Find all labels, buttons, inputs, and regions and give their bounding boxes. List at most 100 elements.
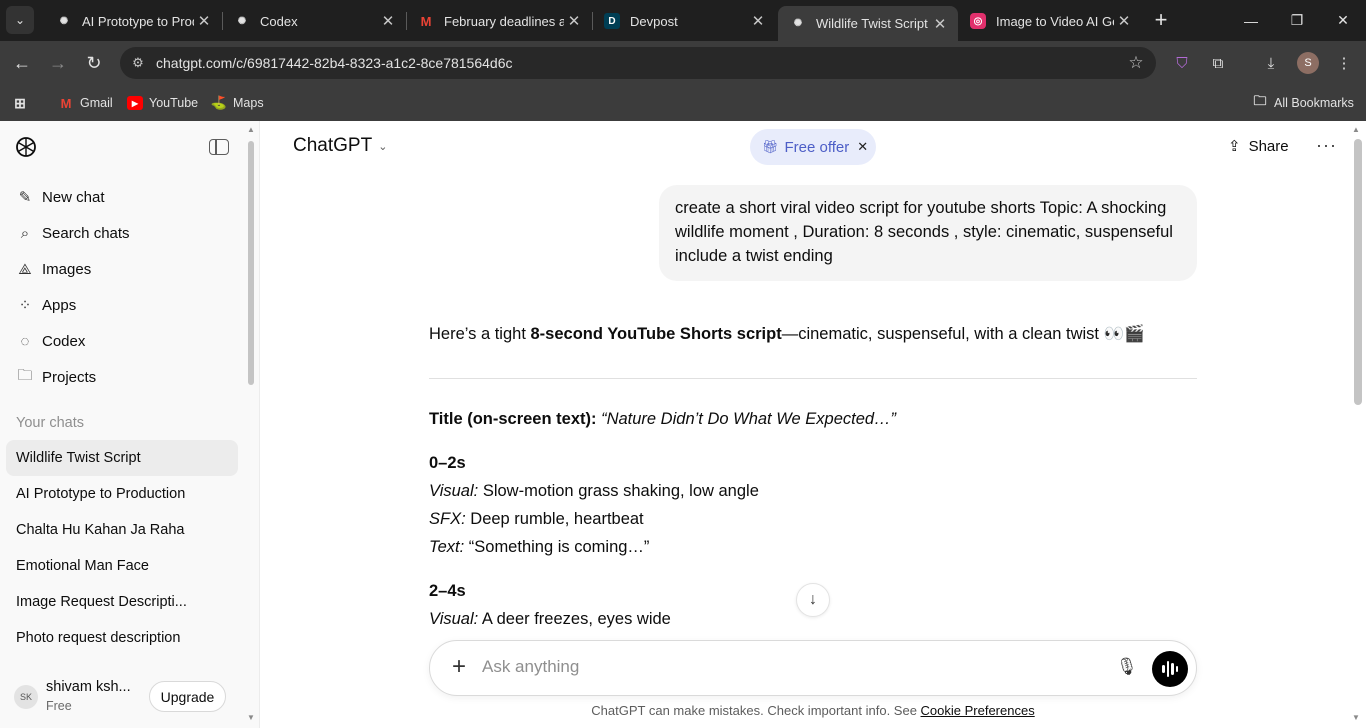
user-message: create a short viral video script for yo… bbox=[659, 185, 1197, 281]
url-text: chatgpt.com/c/69817442-82b4-8323-a1c2-8c… bbox=[156, 55, 513, 71]
attach-plus-icon[interactable]: + bbox=[446, 654, 472, 682]
chat-history-item[interactable]: AI Prototype to Production bbox=[6, 476, 238, 512]
waveform-icon bbox=[1171, 663, 1174, 675]
sidebar-apps[interactable]: ⁘ Apps bbox=[6, 288, 238, 322]
images-icon: ⟁ bbox=[18, 260, 32, 278]
address-bar[interactable]: ⚙ chatgpt.com/c/69817442-82b4-8323-a1c2-… bbox=[120, 47, 1156, 79]
close-icon[interactable]: ✕ bbox=[857, 139, 868, 155]
restore-button[interactable]: ❐ bbox=[1274, 0, 1320, 41]
bookmark-youtube[interactable]: ▶ YouTube bbox=[127, 93, 198, 113]
all-bookmarks[interactable]: 🗀 All Bookmarks bbox=[1252, 93, 1354, 113]
codex-icon: ◌ bbox=[20, 332, 30, 350]
browser-tab[interactable]: D Devpost ✕ bbox=[592, 6, 776, 36]
browser-tab[interactable]: ✺ AI Prototype to Produ ✕ bbox=[44, 6, 222, 36]
browser-tab-active[interactable]: ✺ Wildlife Twist Script ✕ bbox=[778, 6, 958, 41]
scroll-up-icon[interactable]: ▲ bbox=[1352, 125, 1360, 134]
chat-history-item[interactable]: Emotional Man Face bbox=[6, 548, 238, 584]
maps-icon: ⛳ bbox=[210, 95, 228, 110]
download-icon[interactable]: ⤓ bbox=[1260, 52, 1282, 74]
browser-tab[interactable]: ◎ Image to Video AI Ge ✕ bbox=[958, 6, 1142, 36]
divider bbox=[429, 378, 1197, 379]
browser-menu-icon[interactable]: ⋮ bbox=[1333, 52, 1355, 74]
close-tab-icon[interactable]: ✕ bbox=[930, 15, 950, 33]
sfx-label: SFX: bbox=[429, 510, 466, 528]
sidebar-item-label: Codex bbox=[42, 332, 86, 350]
segment-time-label: 2–4s bbox=[429, 582, 466, 600]
sidebar-scrollbar[interactable] bbox=[248, 141, 254, 385]
arrow-right-icon: → bbox=[49, 52, 67, 73]
gmail-icon: M bbox=[60, 95, 72, 111]
composer-input[interactable]: Ask anything bbox=[482, 657, 579, 677]
new-tab-button[interactable]: + bbox=[1148, 8, 1174, 34]
profile-avatar[interactable]: S bbox=[1297, 52, 1319, 74]
scroll-down-icon[interactable]: ▼ bbox=[247, 713, 255, 722]
close-tab-icon[interactable]: ✕ bbox=[564, 12, 584, 30]
share-button[interactable]: ⇪ Share bbox=[1228, 137, 1289, 156]
voice-mode-button[interactable] bbox=[1152, 651, 1188, 687]
restore-icon: ❐ bbox=[1290, 12, 1304, 28]
back-button[interactable]: ← bbox=[8, 49, 36, 77]
sidebar-projects[interactable]: 🗀 Projects bbox=[6, 360, 238, 394]
all-bookmarks-label: All Bookmarks bbox=[1274, 96, 1354, 110]
chatgpt-icon: ✺ bbox=[59, 15, 69, 27]
model-selector[interactable]: ChatGPT ⌄ bbox=[293, 135, 387, 157]
cookie-preferences-link[interactable]: Cookie Preferences bbox=[921, 703, 1035, 718]
waveform-icon bbox=[1175, 666, 1178, 672]
devpost-icon: D bbox=[604, 13, 620, 29]
forward-button[interactable]: → bbox=[44, 49, 72, 77]
close-tab-icon[interactable]: ✕ bbox=[194, 12, 214, 30]
bookmark-label: Maps bbox=[233, 96, 264, 110]
scroll-to-bottom-button[interactable]: ↓ bbox=[796, 583, 830, 617]
shield-extension-icon[interactable]: ⛉ bbox=[1171, 52, 1193, 74]
chat-history-item[interactable]: Chalta Hu Kahan Ja Raha bbox=[6, 512, 238, 548]
microphone-icon[interactable]: 🎙︎ bbox=[1116, 657, 1138, 677]
main-scrollbar[interactable] bbox=[1354, 139, 1362, 405]
visual-label: Visual: bbox=[429, 610, 479, 628]
chat-history-item-active[interactable]: Wildlife Twist Script bbox=[6, 440, 238, 476]
site-info-icon[interactable]: ⚙ bbox=[120, 55, 156, 71]
chatgpt-icon: ✺ bbox=[793, 18, 803, 29]
chat-history-item[interactable]: Image Request Descripti... bbox=[6, 584, 238, 620]
close-tab-icon[interactable]: ✕ bbox=[1114, 12, 1134, 30]
more-options-icon[interactable]: ··· bbox=[1316, 135, 1337, 156]
user-profile[interactable]: SK shivam ksh... Free Upgrade bbox=[0, 662, 259, 728]
minimize-button[interactable]: — bbox=[1228, 0, 1274, 41]
sidebar-search-chats[interactable]: ⌕ Search chats bbox=[6, 216, 238, 250]
bookmark-label: YouTube bbox=[149, 96, 199, 110]
browser-tab[interactable]: M February deadlines al ✕ bbox=[406, 6, 592, 36]
share-label: Share bbox=[1248, 137, 1289, 155]
upgrade-button[interactable]: Upgrade bbox=[149, 681, 226, 712]
title-value: “Nature Didn’t Do What We Expected…” bbox=[601, 410, 897, 428]
arrow-down-icon: ↓ bbox=[809, 591, 817, 608]
folder-icon: 🗀 bbox=[1253, 93, 1267, 108]
profile-initial: S bbox=[1304, 57, 1312, 69]
tab-title: February deadlines al bbox=[444, 13, 564, 29]
sidebar-item-label: Images bbox=[42, 260, 92, 278]
bookmark-gmail[interactable]: M Gmail bbox=[58, 93, 113, 113]
folder-icon: 🗀 bbox=[17, 366, 33, 384]
sidebar-codex[interactable]: ◌ Codex bbox=[6, 324, 238, 358]
tab-search-button[interactable]: ⌄ bbox=[6, 6, 34, 34]
extensions-puzzle-icon[interactable]: ⧉ bbox=[1207, 52, 1229, 74]
browser-tab[interactable]: ✺ Codex ✕ bbox=[222, 6, 406, 36]
sidebar-new-chat[interactable]: ✎ New chat bbox=[6, 180, 238, 214]
free-offer-pill[interactable]: 🎁︎ Free offer ✕ bbox=[750, 129, 876, 165]
apps-icon: ⁘ bbox=[18, 297, 32, 314]
scroll-up-icon[interactable]: ▲ bbox=[247, 125, 255, 134]
bookmark-star-icon[interactable]: ☆ bbox=[1116, 53, 1156, 73]
close-tab-icon[interactable]: ✕ bbox=[748, 12, 768, 30]
chat-history-item[interactable]: Photo request description bbox=[6, 620, 238, 656]
apps-grid-icon[interactable]: ⊞ bbox=[12, 93, 34, 113]
reload-button[interactable]: ↻ bbox=[80, 49, 108, 77]
openai-logo-icon[interactable] bbox=[14, 135, 38, 159]
close-tab-icon[interactable]: ✕ bbox=[378, 12, 398, 30]
bookmark-maps[interactable]: ⛳ Maps bbox=[211, 93, 264, 113]
close-window-button[interactable]: ✕ bbox=[1320, 0, 1366, 41]
scroll-down-icon[interactable]: ▼ bbox=[1352, 713, 1360, 722]
sidebar-toggle-icon[interactable] bbox=[209, 139, 229, 155]
disclaimer-text: ChatGPT can make mistakes. Check importa… bbox=[591, 703, 921, 718]
chevron-down-icon: ⌄ bbox=[14, 13, 26, 27]
message-composer[interactable]: + Ask anything 🎙︎ bbox=[429, 640, 1197, 696]
sidebar-images[interactable]: ⟁ Images bbox=[6, 252, 238, 286]
intro-text: Here’s a tight bbox=[429, 325, 531, 343]
